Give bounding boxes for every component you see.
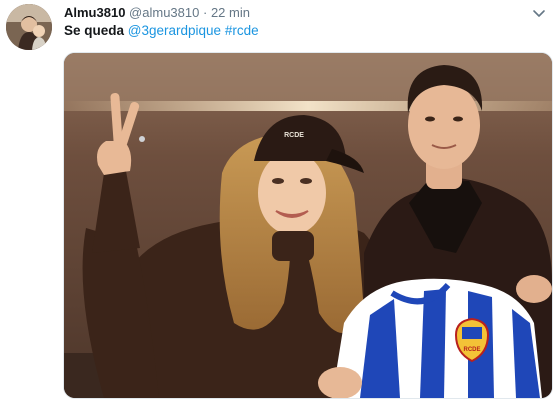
mention-link[interactable]: @3gerardpique: [128, 23, 221, 38]
tweet-header: Almu3810 @almu3810 · 22 min: [64, 5, 524, 23]
timestamp[interactable]: 22 min: [211, 5, 250, 20]
crest-text: RCDE: [463, 347, 480, 353]
hashtag-link[interactable]: #rcde: [225, 23, 259, 38]
tweet: Almu3810 @almu3810 · 22 min Se queda @3g…: [0, 0, 554, 400]
tweet-text: Se queda @3gerardpique #rcde: [64, 22, 259, 40]
tweet-text-plain: Se queda: [64, 23, 125, 38]
tweet-photo[interactable]: RCDE RCDE: [63, 52, 553, 399]
display-name[interactable]: Almu3810: [64, 5, 125, 20]
chevron-down-icon[interactable]: [532, 6, 546, 20]
avatar[interactable]: [6, 4, 52, 50]
photo-image: RCDE RCDE: [64, 53, 552, 398]
separator: ·: [202, 5, 208, 20]
avatar-image: [6, 4, 52, 50]
cap-logo: RCDE: [284, 132, 304, 139]
handle[interactable]: @almu3810: [129, 5, 199, 20]
